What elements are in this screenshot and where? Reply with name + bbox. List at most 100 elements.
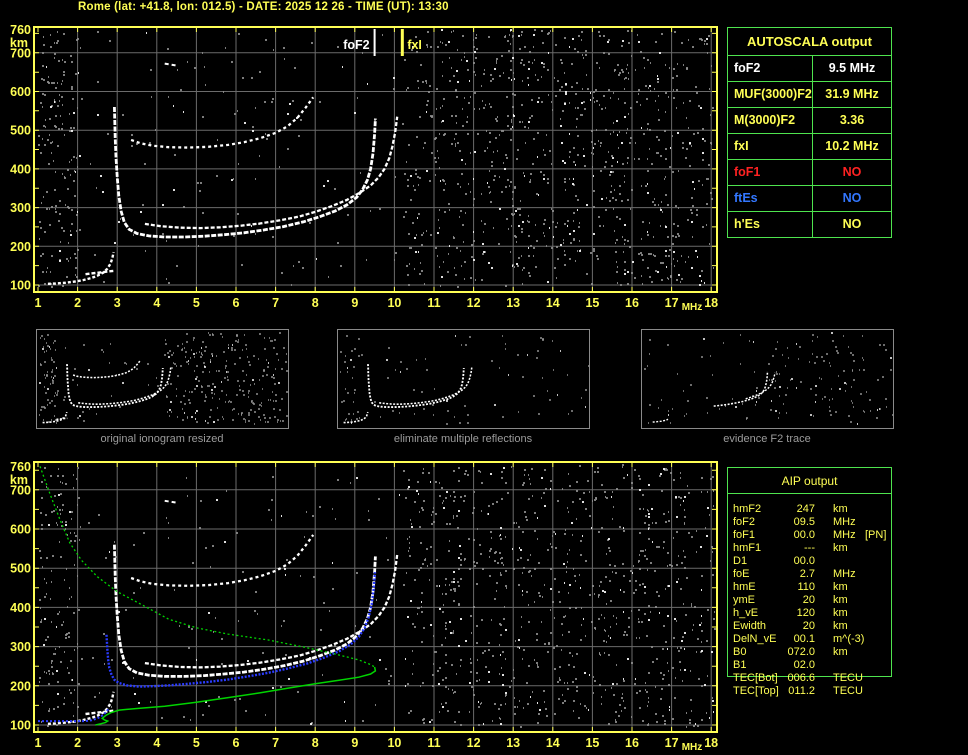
autoscala-output-table: AUTOSCALA output foF2 9.5 MHz MUF(3000)F2 3… — [727, 27, 892, 238]
parameter-unit: km — [833, 581, 848, 593]
parameter-unit: m^(-3) — [833, 633, 865, 645]
thumbnail-noise-white — [39, 344, 280, 423]
parameter-name: B1 — [733, 659, 747, 671]
aip-row-b1: B1 02.0 — [727, 659, 902, 672]
x-axis-unit-label: MHz — [682, 742, 703, 753]
thumbnail-trace-E_blob — [56, 417, 68, 421]
thumbnail-noise-gray — [39, 332, 288, 425]
aip-table-header: AIP output — [781, 474, 838, 488]
trace-dash_high — [164, 62, 177, 67]
parameter-label: h'Es — [728, 212, 813, 237]
processing-thumbnails — [36, 329, 894, 429]
x-tick-label: 17 — [665, 296, 679, 310]
x-tick-label: 13 — [506, 736, 520, 750]
aip-row-hmf2: hmF2 247 km — [727, 503, 902, 516]
parameter-name: B0 — [733, 646, 747, 658]
aip-row-foe: foE 2.7 MHz — [727, 568, 902, 581]
grid-lines — [35, 463, 716, 731]
thumbnail-2 — [337, 329, 590, 429]
parameter-value: 011.2 — [788, 685, 815, 697]
marker-label-fxI: fxI — [407, 38, 422, 52]
trace-hop2 — [130, 534, 315, 587]
y-tick-label: 760 — [10, 460, 31, 474]
parameter-name: foF1 — [733, 529, 756, 541]
parameter-name: foF2 — [733, 516, 756, 528]
y-tick-label: 600 — [10, 523, 31, 537]
plot-frame — [33, 26, 718, 293]
autoscala-table-header: AUTOSCALA output — [728, 28, 891, 56]
grid-lines — [35, 28, 716, 291]
trace-hop2 — [130, 96, 315, 149]
autoscala-row-m3000f2: M(3000)F2 3.36 — [728, 108, 891, 134]
parameter-value: NO — [842, 165, 862, 179]
x-tick-label: 10 — [387, 736, 401, 750]
parameter-value: NO — [842, 217, 862, 231]
autoscala-row-hes: h'Es NO — [728, 212, 891, 237]
y-tick-label: 300 — [10, 201, 31, 215]
trace-E_blob — [85, 269, 116, 276]
x-tick-label: 8 — [312, 736, 319, 750]
thumbnail-caption-original: original ionogram resized — [100, 433, 224, 445]
aip-row-hme: hmE 110 km — [727, 581, 902, 594]
aip-row-hve: h_vE 120 km — [727, 607, 902, 620]
aip-row-tectop: TEC[Top] 011.2 TECU — [727, 685, 902, 698]
x-tick-label: 15 — [585, 296, 599, 310]
aip-table-rows: hmF2 247 km foF2 09.5 MHz foF1 00.0 MHz [PN] hmF1-… — [727, 503, 902, 698]
parameter-name: D1 — [733, 555, 748, 567]
axis-ticks — [35, 28, 716, 291]
thumbnail-trace-X — [78, 367, 172, 405]
x-tick-label: 1 — [35, 296, 42, 310]
parameter-value: 9.5 MHz — [828, 61, 876, 75]
parameter-unit: km — [833, 607, 848, 619]
y-tick-label: 400 — [10, 601, 31, 615]
x-tick-label: 9 — [351, 296, 358, 310]
parameter-value: 2.7 — [799, 568, 815, 580]
thumbnail-frame — [641, 329, 894, 429]
x-tick-label: 7 — [272, 736, 279, 750]
parameter-unit: MHz — [833, 568, 856, 580]
thumbnail-trace-Xrise — [745, 372, 776, 400]
thumbnail-caption-eliminate: eliminate multiple reflections — [393, 433, 533, 445]
y-tick-label: 500 — [10, 562, 31, 576]
x-axis-unit-label: MHz — [682, 302, 703, 313]
y-tick-label: 100 — [10, 279, 31, 293]
parameter-value: 006.6 — [787, 672, 815, 684]
aip-row-ewidth: Ewidth 20 km — [727, 620, 902, 633]
y-tick-label: 200 — [10, 679, 31, 693]
thumbnail-noise-white — [347, 335, 586, 424]
y-tick-label: 300 — [10, 640, 31, 654]
thumbnail-trace-hop2 — [72, 360, 141, 379]
aip-row-fof2: foF2 09.5 MHz — [727, 516, 902, 529]
parameter-label: foF2 — [728, 56, 813, 81]
y-tick-label: 500 — [10, 124, 31, 138]
x-tick-label: 14 — [546, 736, 560, 750]
autoscala-screen: Rome (lat: +41.8, lon: 012.5) - DATE: 20… — [0, 0, 968, 755]
x-tick-label: 2 — [74, 736, 81, 750]
x-tick-label: 5 — [193, 296, 200, 310]
x-tick-label: 11 — [427, 736, 440, 750]
parameter-value: 10.2 MHz — [825, 139, 879, 153]
thumbnail-trace-F2rise — [713, 371, 769, 407]
aip-row-b0: B0 072.0 km — [727, 646, 902, 659]
x-tick-label: 12 — [467, 736, 481, 750]
parameter-value: 247 — [796, 503, 815, 515]
x-tick-label: 3 — [114, 296, 121, 310]
parameter-value: 09.5 — [793, 516, 815, 528]
parameter-value: --- — [804, 542, 815, 554]
x-tick-label: 3 — [114, 736, 121, 750]
thumbnail-trace-E — [343, 411, 369, 424]
trace-O — [113, 544, 377, 678]
x-tick-label: 18 — [704, 296, 718, 310]
x-tick-label: 16 — [625, 736, 639, 750]
parameter-unit: MHz — [833, 516, 856, 528]
x-tick-label: 6 — [233, 736, 240, 750]
x-tick-label: 12 — [467, 296, 481, 310]
x-tick-label: 8 — [312, 296, 319, 310]
x-tick-label: 18 — [704, 736, 718, 750]
autoscala-row-fof1: foF1 NO — [728, 160, 891, 186]
aip-header-divider — [728, 493, 891, 494]
parameter-value: NO — [842, 191, 862, 205]
y-tick-label: 100 — [10, 719, 31, 733]
top-ionogram-plot: foF2 fxI1 2 3 4 5 6 7 8 9 10 11 12 13 14 15 16 17 18MHz760… — [10, 23, 718, 313]
y-tick-label: 600 — [10, 85, 31, 99]
